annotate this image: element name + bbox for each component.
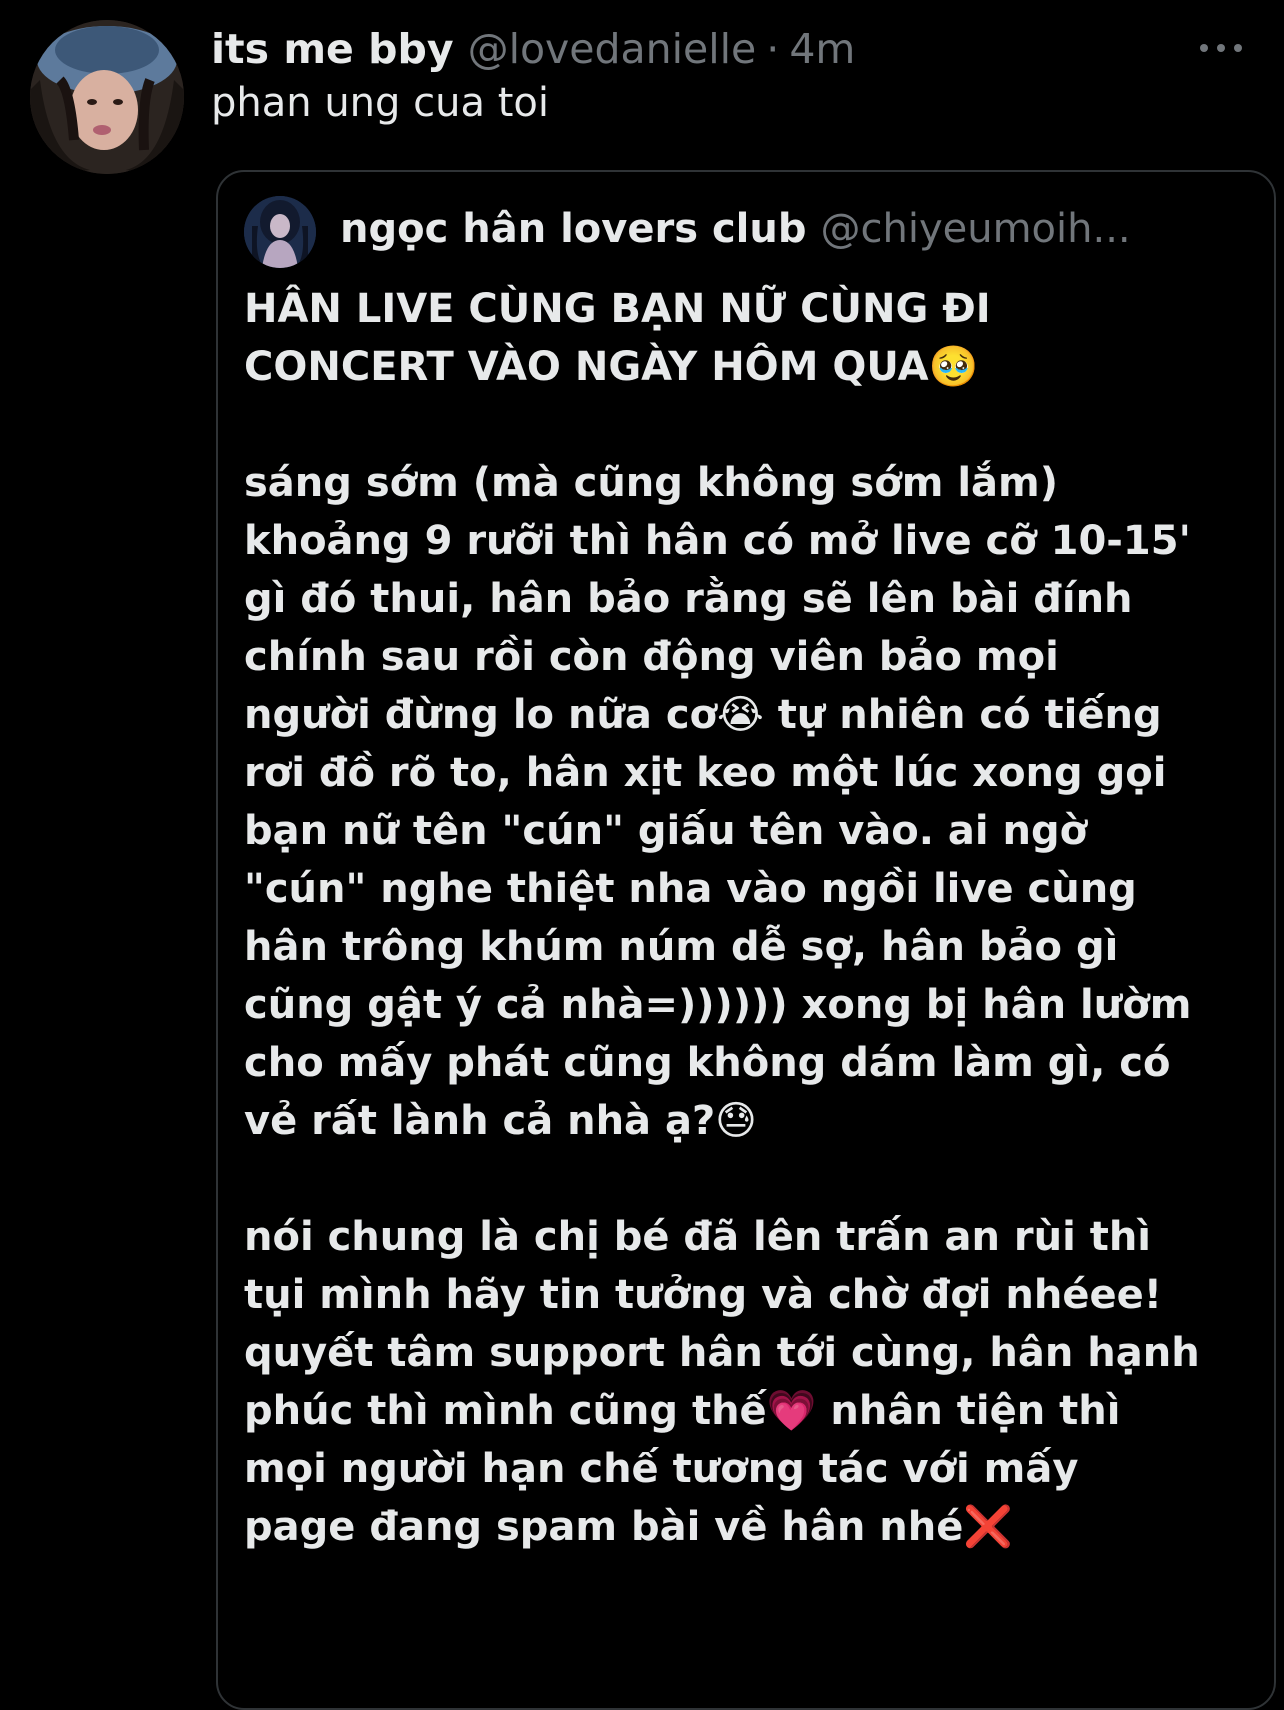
quote-text-line: quyết tâm support hân tới cùng, hân hạnh — [244, 1330, 1200, 1376]
quote-text-line: gì đó thui, hân bảo rằng sẽ lên bài đính — [244, 576, 1133, 622]
quote-text-line: HÂN LIVE CÙNG BẠN NỮ CÙNG ĐI — [244, 286, 991, 332]
quote-text-line: người đừng lo nữa cơ😭 tự nhiên có tiếng — [244, 692, 1162, 738]
quote-text-line: phúc thì mình cũng thế💗 nhân tiện thì — [244, 1388, 1121, 1434]
quote-text-line: cho mấy phát cũng không dám làm gì, có — [244, 1040, 1171, 1086]
quote-text-line: sáng sớm (mà cũng không sớm lắm) — [244, 460, 1058, 506]
quote-text-line: rơi đồ rõ to, hân xịt keo một lúc xong g… — [244, 750, 1167, 796]
quoted-tweet-card[interactable]: ngọc hân lovers club @chiyeumoih... HÂN … — [216, 170, 1276, 1710]
quote-display-name[interactable]: ngọc hân lovers club — [340, 206, 806, 252]
quote-text-line: chính sau rồi còn động viên bảo mọi — [244, 634, 1059, 680]
quote-avatar[interactable] — [244, 196, 316, 268]
avatar-photo — [30, 20, 184, 174]
quote-text-line: nói chung là chị bé đã lên trấn an rùi t… — [244, 1214, 1152, 1260]
more-dot — [1234, 44, 1242, 52]
quote-text-line: hân trông khúm núm dễ sợ, hân bảo gì — [244, 924, 1119, 970]
more-dot — [1217, 44, 1225, 52]
more-dot — [1200, 44, 1208, 52]
more-horizontal-icon[interactable] — [1200, 34, 1242, 62]
quote-text: HÂN LIVE CÙNG BẠN NỮ CÙNG ĐI CONCERT VÀO… — [244, 280, 1259, 1556]
timestamp[interactable]: 4m — [789, 25, 855, 73]
quote-text-line: cũng gật ý cả nhà=)))))) xong bị hân lườ… — [244, 982, 1192, 1028]
quote-text-line: page đang spam bài về hân nhé❌ — [244, 1504, 1014, 1550]
display-name[interactable]: its me bby — [211, 25, 454, 73]
quote-text-line: mọi người hạn chế tương tác với mấy — [244, 1446, 1079, 1492]
quote-user-handle[interactable]: @chiyeumoih... — [820, 206, 1130, 252]
avatar[interactable] — [30, 20, 184, 174]
quote-avatar-photo — [244, 196, 316, 268]
user-handle[interactable]: @lovedanielle — [468, 25, 757, 73]
quote-text-line: tụi mình hãy tin tưởng và chờ đợi nhéee! — [244, 1272, 1163, 1318]
quote-text-line: bạn nữ tên "cún" giấu tên vào. ai ngờ — [244, 808, 1088, 854]
quote-text-line: khoảng 9 rưỡi thì hân có mở live cỡ 10-1… — [244, 518, 1191, 564]
quote-text-line: CONCERT VÀO NGÀY HÔM QUA🥹 — [244, 344, 979, 390]
separator-dot: · — [766, 25, 780, 73]
tweet-text: phan ung cua toi — [211, 80, 549, 126]
tweet-header: its me bby @lovedanielle · 4m — [211, 14, 855, 84]
quote-text-line: vẻ rất lành cả nhà ạ?😓 — [244, 1098, 757, 1144]
quote-header: ngọc hân lovers club @chiyeumoih... — [340, 194, 1240, 264]
quote-text-line: "cún" nghe thiệt nha vào ngồi live cùng — [244, 866, 1137, 912]
